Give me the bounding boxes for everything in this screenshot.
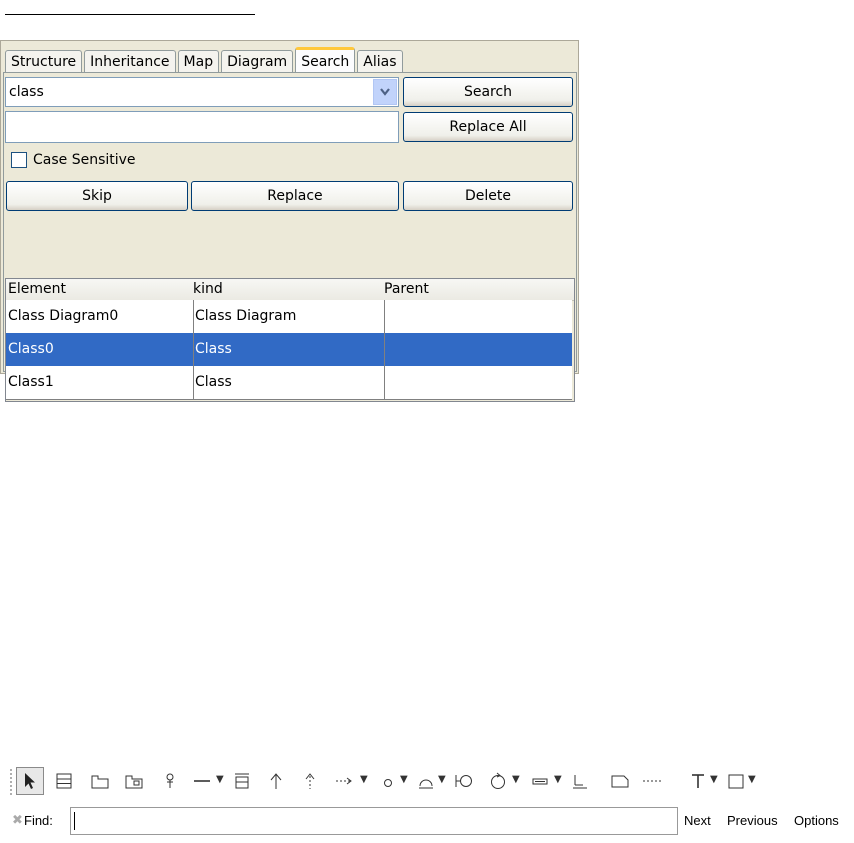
tab-structure[interactable]: Structure (5, 50, 83, 72)
dependency-dropdown-icon[interactable]: ▼ (360, 774, 368, 785)
replace-input[interactable] (5, 111, 399, 143)
tab-diagram[interactable]: Diagram (221, 50, 294, 72)
delete-button[interactable]: Delete (403, 181, 573, 211)
table-row-selected[interactable]: Class0 Class (6, 333, 572, 367)
cell-kind: Class (195, 341, 232, 357)
search-query-combobox[interactable]: class (5, 77, 399, 107)
tab-alias[interactable]: Alias (357, 50, 403, 72)
dependency-icon[interactable] (330, 767, 358, 795)
cell-element: Class1 (8, 374, 54, 390)
search-button[interactable]: Search (403, 77, 573, 107)
package-icon[interactable] (86, 767, 114, 795)
chevron-down-icon[interactable] (373, 79, 397, 105)
column-header-kind[interactable]: kind (193, 281, 223, 297)
find-input[interactable] (70, 807, 678, 835)
note-icon[interactable] (526, 767, 554, 795)
association-dropdown-icon[interactable]: ▼ (216, 774, 224, 785)
control-icon[interactable] (484, 767, 512, 795)
class-icon[interactable] (50, 767, 78, 795)
cell-element: Class Diagram0 (8, 308, 119, 324)
node-icon[interactable] (450, 767, 478, 795)
subsystem-icon[interactable] (120, 767, 148, 795)
cell-kind: Class (195, 374, 232, 390)
search-panel: Structure Inheritance Map Diagram Search… (0, 40, 579, 402)
realization-icon[interactable] (296, 767, 324, 795)
actor-icon[interactable] (156, 767, 184, 795)
cell-kind: Class Diagram (195, 308, 297, 324)
case-sensitive-label: Case Sensitive (33, 152, 136, 168)
association-icon[interactable] (188, 767, 216, 795)
cell-element: Class0 (8, 341, 54, 357)
text-caret (74, 812, 75, 830)
table-row[interactable]: Class1 Class (6, 366, 572, 400)
find-previous-button[interactable]: Previous (727, 813, 778, 828)
generalization-icon[interactable] (262, 767, 290, 795)
find-options-button[interactable]: Options (794, 813, 839, 828)
results-table-header: Element kind Parent (6, 279, 574, 301)
replace-all-button[interactable]: Replace All (403, 112, 573, 142)
replace-button[interactable]: Replace (191, 181, 399, 211)
table-row[interactable]: Class Diagram0 Class Diagram (6, 300, 572, 334)
note-dropdown-icon[interactable]: ▼ (554, 774, 562, 785)
tab-strip: Structure Inheritance Map Diagram Search… (5, 46, 405, 73)
select-icon[interactable] (16, 767, 44, 795)
text-icon[interactable] (684, 767, 712, 795)
rectangle-icon[interactable] (722, 767, 750, 795)
skip-button[interactable]: Skip (6, 181, 188, 211)
aggregation-icon[interactable] (228, 767, 256, 795)
column-header-parent[interactable]: Parent (384, 281, 429, 297)
find-label: Find: (24, 813, 53, 828)
control-dropdown-icon[interactable]: ▼ (512, 774, 520, 785)
interface-dropdown-icon[interactable]: ▼ (400, 774, 408, 785)
dashline-icon[interactable] (638, 767, 666, 795)
rectangle-dropdown-icon[interactable]: ▼ (748, 774, 756, 785)
column-header-element[interactable]: Element (8, 281, 66, 297)
constraint-icon[interactable] (606, 767, 634, 795)
column-divider (193, 300, 194, 399)
close-icon[interactable]: ✖ (12, 813, 23, 828)
top-divider-line (5, 14, 255, 15)
search-query-value[interactable]: class (9, 84, 44, 100)
component-dropdown-icon[interactable]: ▼ (438, 774, 446, 785)
interface-icon[interactable] (374, 767, 402, 795)
component-icon[interactable] (412, 767, 440, 795)
text-dropdown-icon[interactable]: ▼ (710, 774, 718, 785)
tab-search[interactable]: Search (295, 47, 356, 73)
tab-map[interactable]: Map (177, 50, 220, 72)
find-next-button[interactable]: Next (684, 813, 711, 828)
results-table: Element kind Parent Class Diagram0 Class… (5, 278, 575, 402)
case-sensitive-checkbox[interactable]: Case Sensitive (11, 152, 136, 168)
find-bar: ✖ Find: Next Previous Options (0, 800, 854, 843)
checkbox-box[interactable] (11, 152, 27, 168)
diagram-toolbar: ▼ ▼ ▼ ▼ ▼ ▼ ▼ ▼ (10, 764, 854, 800)
anchor-icon[interactable] (566, 767, 594, 795)
column-divider (384, 300, 385, 399)
tab-inheritance[interactable]: Inheritance (84, 50, 176, 72)
